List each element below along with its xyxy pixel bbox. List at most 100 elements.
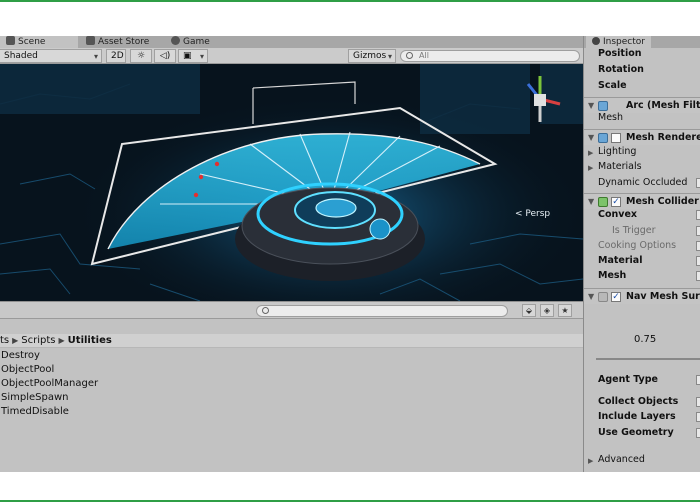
scene-toolbar: Shaded 2D ☼ ◁) ▣ Gizmos All [0,48,583,64]
tab-game[interactable]: Game [165,36,235,48]
breadcrumb-item-utilities[interactable]: Utilities [68,334,112,348]
agent-type-label: Agent Type [598,374,658,385]
inspector-tab-label: Inspector [603,37,645,47]
filter-type-button[interactable]: ⬙ [522,304,536,317]
transform-scale-label: Scale [598,80,627,91]
scene-grid-icon [6,36,15,45]
inspector-panel: Inspector Position Rotation Scale ▼ Arc … [583,36,700,472]
bottom-margin [0,472,700,500]
collapse-triangle-icon: ▶ [588,164,594,172]
nav-mesh-icon [598,292,608,302]
convex-checkbox[interactable] [696,210,700,220]
mesh-filter-title: Arc (Mesh Filt [626,100,700,111]
image-icon: ▣ [183,51,192,61]
cooking-options-dropdown[interactable] [696,241,700,251]
include-layers-dropdown[interactable] [696,412,700,422]
game-controller-icon [171,36,180,45]
expand-triangle-icon: ▼ [588,197,595,206]
materials-foldout[interactable]: Materials [598,161,642,173]
scene-viewport[interactable]: < Persp [0,64,583,301]
include-layers-label: Include Layers [598,411,676,422]
material-field[interactable] [696,256,700,266]
mesh-collider-header[interactable]: ▼ ✓ Mesh Collider [584,193,700,209]
nav-mesh-slider[interactable] [596,358,700,360]
shading-mode-dropdown[interactable]: Shaded [0,49,102,63]
collapse-triangle-icon: ▶ [588,457,594,465]
tab-inspector[interactable]: Inspector [586,36,651,48]
tab-scene[interactable]: Scene [0,36,78,48]
gizmos-label: Gizmos [353,51,387,61]
inspector-tab-bar: Inspector [584,36,700,48]
filter-label-button[interactable]: ◈ [540,304,554,317]
tag-icon: ◈ [543,306,551,315]
mesh-collider-title: Mesh Collider [626,196,699,207]
transform-rotation-label: Rotation [598,64,644,75]
scene-tab-bar: Scene Asset Store Game [0,36,583,48]
favorites-button[interactable]: ★ [558,304,572,317]
nav-mesh-enabled-checkbox[interactable]: ✓ [611,292,621,302]
convex-label: Convex [598,209,638,220]
mesh-field[interactable] [696,271,700,281]
expand-triangle-icon: ▼ [588,292,595,301]
search-icon [262,307,269,314]
tab-asset-store[interactable]: Asset Store [80,36,160,48]
tab-scene-label: Scene [18,37,46,47]
mesh-filter-header[interactable]: ▼ Arc (Mesh Filt [584,97,700,113]
perspective-label[interactable]: < Persp [515,209,550,219]
search-icon [406,52,413,59]
nav-mesh-slider-value: 0.75 [634,334,657,345]
audio-toggle-button[interactable]: ◁) [154,49,176,63]
star-icon: ★ [561,306,569,315]
use-geometry-label: Use Geometry [598,427,674,438]
sun-icon: ☼ [136,51,146,61]
project-spacer [0,319,583,334]
effects-dropdown[interactable]: ▣ [178,49,208,63]
toggle-2d-label: 2D [111,51,124,61]
mesh-renderer-header[interactable]: ▼ Mesh Rendere [584,129,700,145]
mesh-renderer-enabled-checkbox[interactable] [611,133,621,143]
breadcrumb-item-scripts[interactable]: Scripts [21,334,55,348]
gizmos-dropdown[interactable]: Gizmos [348,49,396,63]
toggle-2d-button[interactable]: 2D [106,49,126,63]
mesh-label: Mesh [598,270,627,281]
breadcrumb-item-assets[interactable]: ts [0,334,9,348]
mesh-renderer-icon [598,133,608,143]
breadcrumb-arrow-icon: ▶ [58,336,65,345]
mesh-collider-enabled-checkbox[interactable]: ✓ [611,197,621,207]
agent-type-dropdown[interactable] [696,375,700,385]
list-item[interactable]: TimedDisable [1,406,69,418]
list-item[interactable]: Destroy [1,350,40,362]
mesh-filter-icon [598,101,608,111]
dynamic-occluded-checkbox[interactable] [696,178,700,188]
list-item[interactable]: ObjectPoolManager [1,378,98,390]
nav-mesh-header[interactable]: ▼ ✓ Nav Mesh Surf [584,288,700,304]
info-icon [592,37,600,45]
lighting-toggle-button[interactable]: ☼ [130,49,152,63]
store-icon [86,36,95,45]
project-search-input[interactable] [256,305,508,317]
scene-search-placeholder: All [419,51,429,60]
scene-render [0,64,583,301]
transform-position-label: Position [598,48,642,59]
shading-mode-label: Shaded [4,51,38,61]
expand-triangle-icon: ▼ [588,101,595,110]
top-margin [0,2,700,36]
lighting-foldout[interactable]: Lighting [598,146,636,158]
project-file-list: Destroy ObjectPool ObjectPoolManager Sim… [0,348,583,472]
dynamic-occluded-label: Dynamic Occluded [598,177,688,188]
breadcrumb: ts ▶ Scripts ▶ Utilities [0,334,583,348]
nav-mesh-title: Nav Mesh Surf [626,291,700,302]
is-trigger-label: Is Trigger [612,225,656,236]
expand-triangle-icon: ▼ [588,133,595,142]
cooking-options-label: Cooking Options [598,240,677,251]
breadcrumb-arrow-icon: ▶ [12,336,19,345]
collect-objects-dropdown[interactable] [696,397,700,407]
is-trigger-checkbox[interactable] [696,226,700,236]
list-item[interactable]: ObjectPool [1,364,54,376]
advanced-foldout[interactable]: Advanced [598,454,645,466]
use-geometry-dropdown[interactable] [696,428,700,438]
material-label: Material [598,255,643,266]
scene-search-input[interactable]: All [400,50,580,62]
filter-icon: ⬙ [525,306,533,315]
list-item[interactable]: SimpleSpawn [1,392,69,404]
